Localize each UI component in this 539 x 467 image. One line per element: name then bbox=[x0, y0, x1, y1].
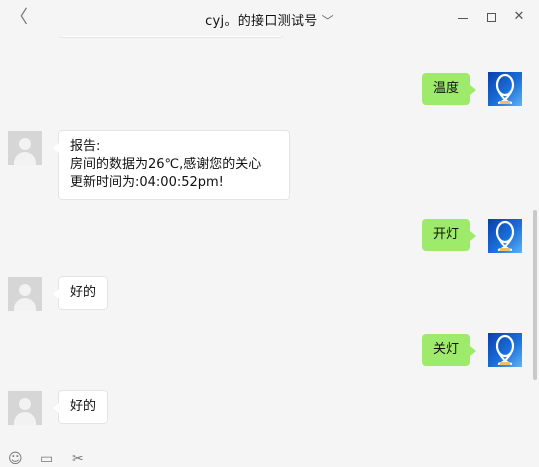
message-bubble-outgoing: 关灯 bbox=[422, 334, 477, 366]
chat-message-list[interactable]: 温度 报告: 房间的数据为26℃,感谢您的关心 更新时间为:04:00:52pm… bbox=[0, 36, 539, 450]
close-button[interactable]: ✕ bbox=[511, 9, 527, 25]
chat-scrollbar[interactable] bbox=[533, 210, 537, 380]
contact-avatar[interactable] bbox=[8, 391, 42, 425]
chat-title[interactable]: cyj。的接口测试号 bbox=[205, 14, 317, 29]
my-avatar[interactable] bbox=[488, 72, 522, 106]
ribbon-logo-icon bbox=[495, 220, 515, 251]
message-bubble-outgoing: 温度 bbox=[422, 73, 477, 105]
message-bubble-incoming: 好的 bbox=[52, 390, 109, 424]
scissors-icon[interactable]: ✂ bbox=[72, 452, 90, 466]
my-avatar[interactable] bbox=[488, 219, 522, 253]
chevron-down-icon[interactable]: ﹀ bbox=[322, 14, 334, 28]
emoji-icon[interactable]: ☺ bbox=[8, 452, 26, 466]
minimize-button[interactable] bbox=[455, 9, 471, 25]
input-toolbar: ☺ ▭ ✂ bbox=[0, 450, 539, 466]
message-bubble-outgoing: 开灯 bbox=[422, 219, 477, 251]
maximize-button[interactable] bbox=[483, 9, 499, 25]
ribbon-logo-icon bbox=[495, 334, 515, 365]
folder-icon[interactable]: ▭ bbox=[40, 452, 58, 466]
contact-avatar[interactable] bbox=[8, 131, 42, 165]
my-avatar[interactable] bbox=[488, 333, 522, 367]
message-bubble-incoming: 好的 bbox=[52, 276, 109, 310]
ribbon-logo-icon bbox=[495, 73, 515, 104]
message-bubble-incoming: 报告: 房间的数据为26℃,感谢您的关心 更新时间为:04:00:52pm! bbox=[53, 130, 290, 200]
contact-avatar[interactable] bbox=[8, 277, 42, 311]
message-bubble-incoming bbox=[58, 36, 284, 38]
title-bar: 〈 cyj。的接口测试号 ﹀ ✕ bbox=[0, 0, 539, 36]
